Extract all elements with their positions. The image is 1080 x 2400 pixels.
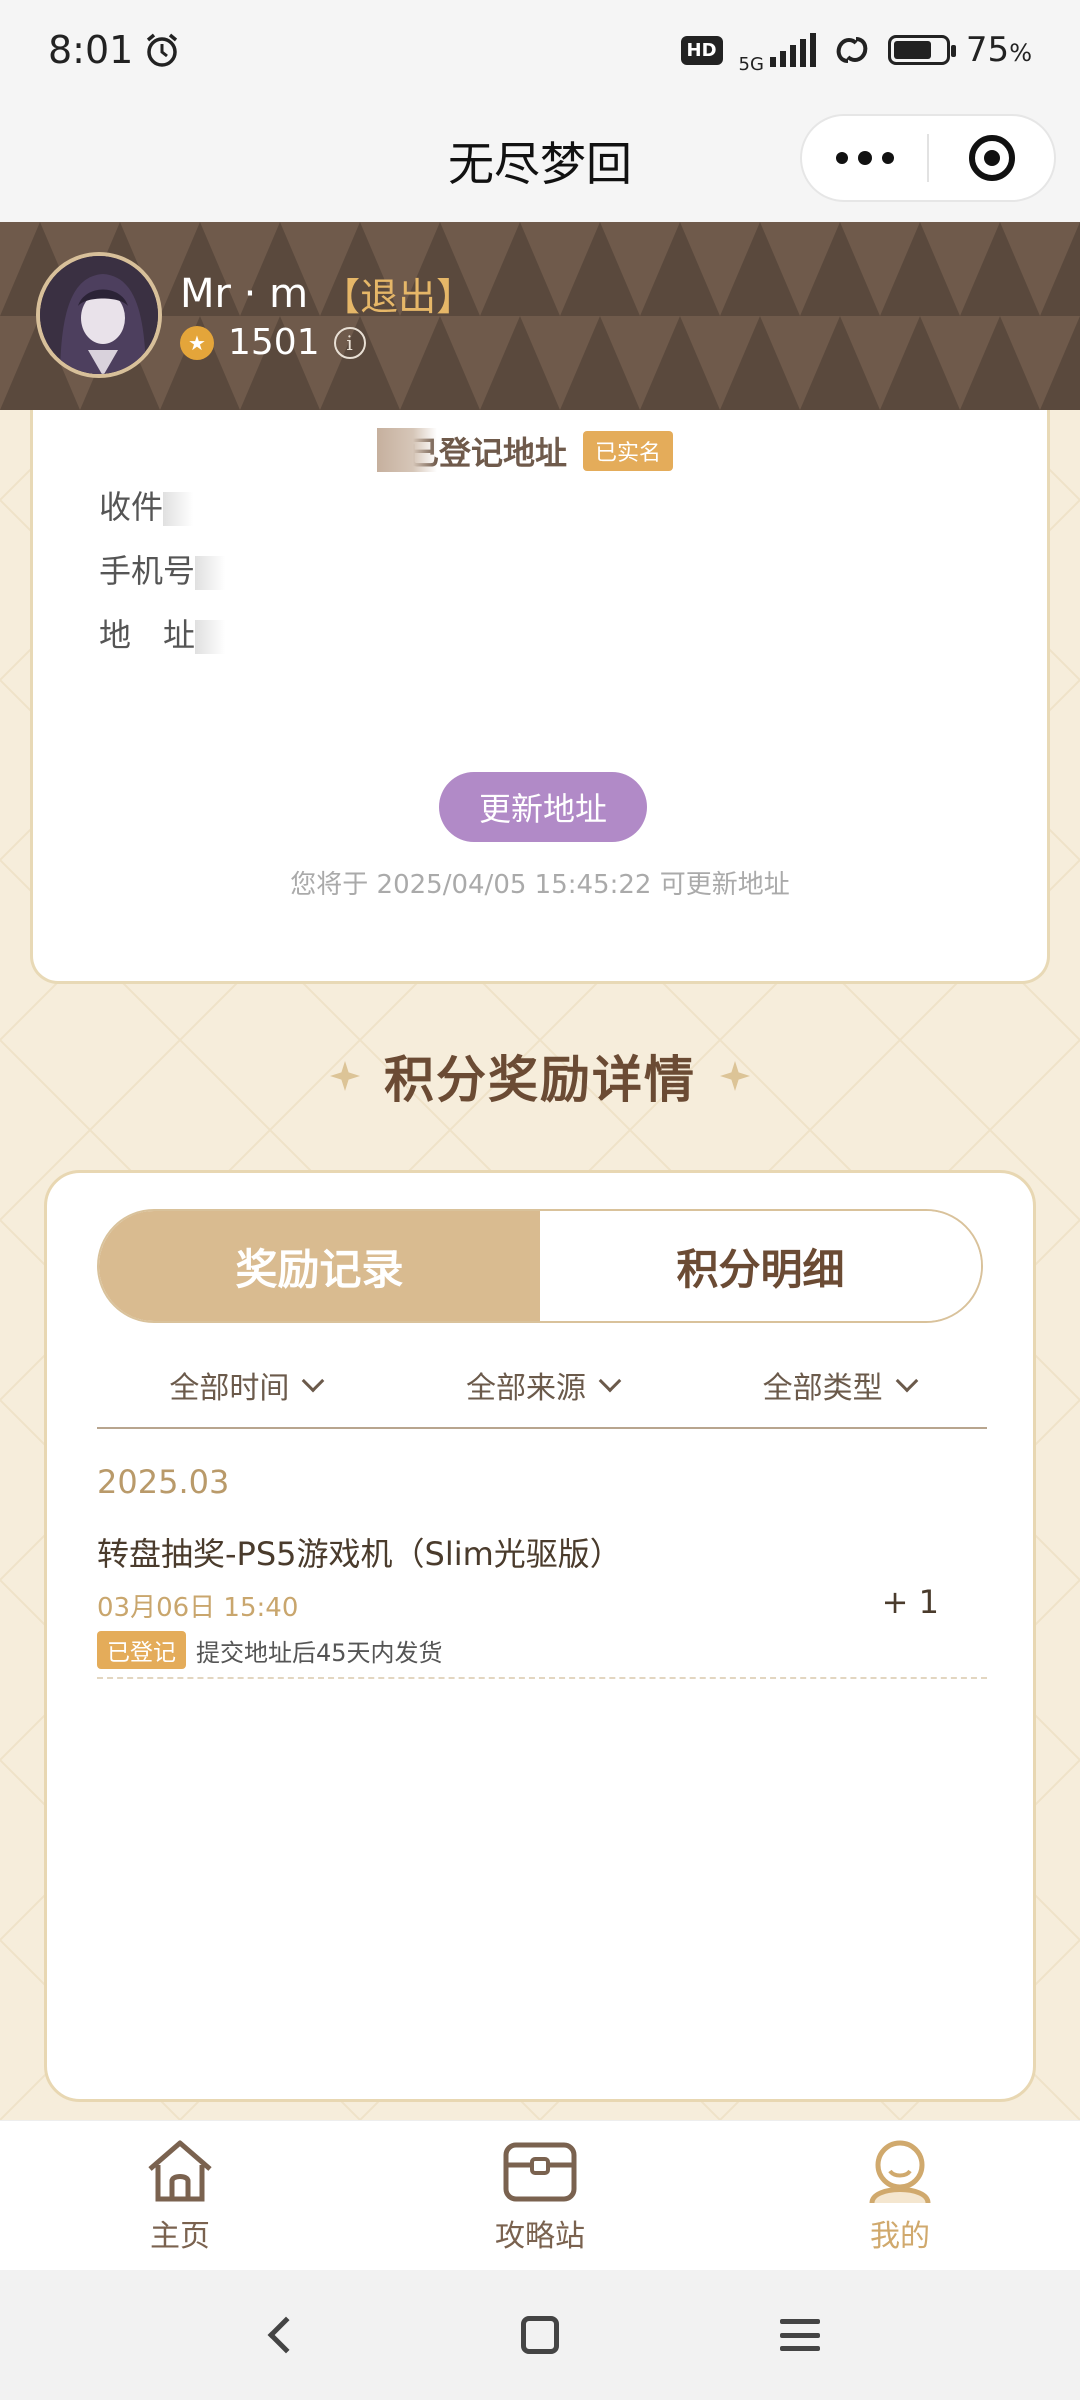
page-title: 无尽梦回: [448, 137, 632, 191]
chest-icon: [503, 2142, 577, 2201]
list-item[interactable]: 转盘抽奖-PS5游戏机（Slim光驱版） 03月06日 15:40 已登记 提交…: [97, 1529, 987, 1679]
update-note: 您将于 2025/04/05 15:45:22 可更新地址: [290, 870, 790, 900]
avatar[interactable]: [36, 252, 162, 378]
points-value: 1501: [228, 322, 320, 363]
points-row: ★ 1501 i: [180, 322, 366, 363]
back-icon: [267, 2316, 305, 2354]
status-bar: 8:01 HD 5G 75%: [0, 0, 1080, 100]
link-icon: [836, 37, 868, 63]
points-coin-icon: ★: [180, 325, 214, 360]
battery-percent: 75%: [965, 30, 1032, 70]
logout-link[interactable]: 【退出】: [322, 266, 474, 321]
rewards-panel: 奖励记录 积分明细 全部时间 全部来源 全部类型 2025.03 转盘抽奖-PS…: [44, 1170, 1036, 2102]
address-title-row: 已登记地址 已实名: [33, 428, 1047, 474]
alarm-icon: [147, 33, 178, 67]
nav-label: 我的: [870, 2218, 930, 2254]
nav-guide[interactable]: 攻略站: [360, 2121, 720, 2270]
back-button[interactable]: [250, 2305, 310, 2365]
phone-line: 手机号: [99, 546, 226, 592]
close-miniprogram-button[interactable]: [929, 116, 1054, 200]
target-icon: [968, 135, 1015, 181]
system-nav: [0, 2270, 1080, 2400]
more-options-button[interactable]: [802, 116, 927, 200]
address-title: 已登记地址: [376, 428, 567, 474]
record-delta: + 1: [881, 1583, 939, 1621]
status-left: 8:01: [48, 28, 181, 72]
chevron-down-icon: [598, 1369, 622, 1393]
status-time: 8:01: [48, 28, 134, 72]
filter-time-dropdown[interactable]: 全部时间: [97, 1343, 394, 1427]
home-icon: [148, 2140, 212, 2201]
record-time: 03月06日 15:40: [97, 1593, 299, 1623]
header-pattern: [0, 222, 1080, 410]
info-icon[interactable]: i: [333, 326, 366, 359]
tab-reward-records[interactable]: 奖励记录: [99, 1211, 540, 1321]
address-line: 地 址: [99, 610, 226, 656]
address-card: 已登记地址 已实名 收件 手机号 地 址 更新地址 您将于 2025/04/05…: [30, 410, 1050, 984]
recipient-line: 收件: [99, 482, 194, 528]
username-row: Mr · m 【退出】: [180, 266, 474, 321]
battery-icon: [887, 35, 956, 65]
miniprogram-capsule: [800, 114, 1056, 202]
rewards-tabs: 奖励记录 积分明细: [97, 1209, 983, 1323]
network-type: 5G: [738, 53, 764, 75]
signal-icon: [769, 33, 816, 67]
menu-button[interactable]: [770, 2305, 830, 2365]
battery-fill: [893, 41, 932, 59]
chevron-down-icon: [302, 1369, 325, 1393]
nav-home[interactable]: 主页: [0, 2121, 360, 2270]
nav-mine[interactable]: 我的: [720, 2121, 1080, 2270]
square-icon: [521, 2316, 559, 2354]
tab-points-details[interactable]: 积分明细: [540, 1211, 981, 1321]
bottom-nav: 主页 攻略站 我的: [0, 2120, 1080, 2270]
username: Mr · m: [180, 270, 309, 317]
filter-bar: 全部时间 全部来源 全部类型: [97, 1343, 987, 1429]
sparkle-icon: [330, 1061, 360, 1091]
filter-type-dropdown[interactable]: 全部类型: [690, 1343, 987, 1427]
title-bar: 无尽梦回: [0, 100, 1080, 222]
menu-icon: [780, 2319, 820, 2351]
user-header: Mr · m 【退出】 ★ 1501 i: [0, 222, 1080, 410]
record-note: 提交地址后45天内发货: [196, 1638, 443, 1667]
status-badge: 已登记: [97, 1631, 186, 1669]
home-button[interactable]: [510, 2305, 570, 2365]
record-title: 转盘抽奖-PS5游戏机（Slim光驱版）: [97, 1535, 622, 1573]
verified-badge: 已实名: [583, 431, 674, 471]
profile-icon: [869, 2140, 931, 2204]
record-tag-row: 已登记 提交地址后45天内发货: [97, 1631, 443, 1669]
hd-badge: HD: [680, 35, 723, 65]
update-address-button[interactable]: 更新地址: [439, 772, 647, 842]
month-label: 2025.03: [97, 1463, 230, 1501]
filter-source-dropdown[interactable]: 全部来源: [394, 1343, 691, 1427]
rewards-heading: 积分奖励详情: [0, 1040, 1080, 1112]
section-title: 积分奖励详情: [384, 1051, 696, 1109]
nav-label: 主页: [150, 2218, 210, 2254]
chevron-down-icon: [895, 1369, 918, 1393]
nav-label: 攻略站: [495, 2218, 585, 2254]
sparkle-icon: [720, 1061, 750, 1091]
redacted-blur: [376, 428, 437, 472]
status-right: HD 5G 75%: [680, 26, 1032, 75]
